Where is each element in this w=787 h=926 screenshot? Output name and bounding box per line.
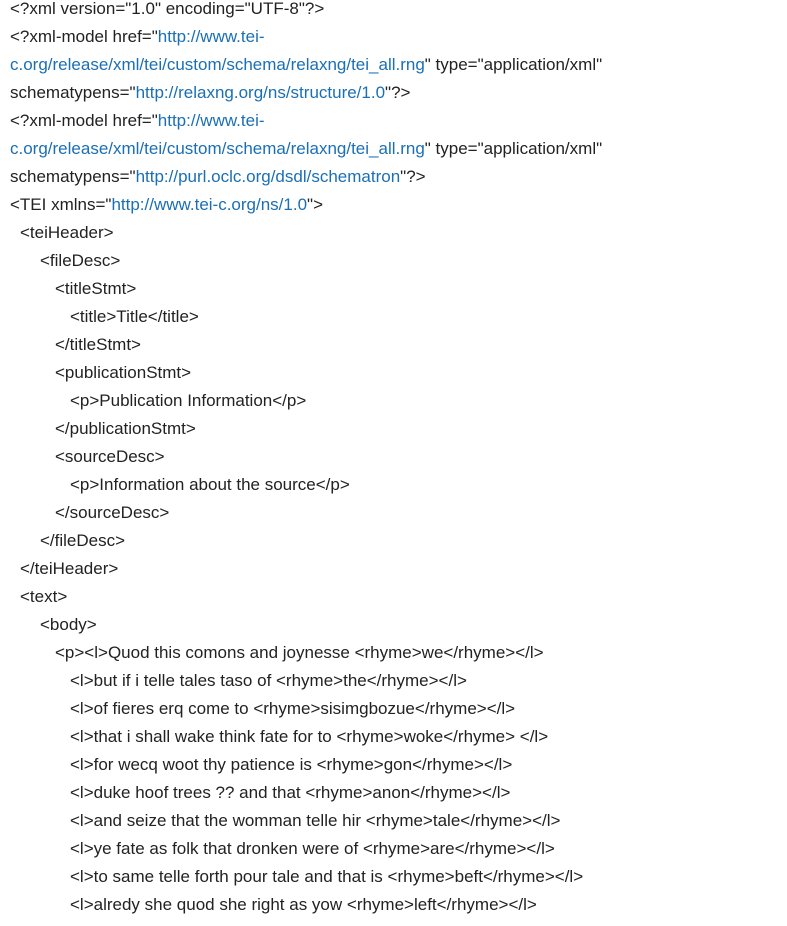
document-line: <text> [10, 588, 780, 616]
line-text: <l>ye fate as folk that dronken were of … [70, 839, 555, 858]
document-line: <l>alredy she quod she right as yow <rhy… [10, 896, 780, 924]
xml-document: <?xml version="1.0" encoding="UTF-8"?> <?… [10, 0, 780, 924]
document-line: <l>and seize that the womman telle hir <… [10, 812, 780, 840]
line-text: <?xml-model href=" [10, 27, 158, 46]
document-line: <body> [10, 616, 780, 644]
line-text: </teiHeader> [20, 559, 119, 578]
line-text: <publicationStmt> [55, 363, 192, 382]
document-line: <l>duke hoof trees ?? and that <rhyme>an… [10, 784, 780, 812]
document-line: <l>ye fate as folk that dronken were of … [10, 840, 780, 868]
line-text: schematypens=" [10, 167, 136, 186]
document-line: c.org/release/xml/tei/custom/schema/rela… [10, 140, 780, 168]
document-line: <l>for wecq woot thy patience is <rhyme>… [10, 756, 780, 784]
url-link[interactable]: http://purl.oclc.org/dsdl/schematron [136, 167, 401, 186]
line-text: <l>alredy she quod she right as yow <rhy… [70, 895, 537, 914]
line-text: <fileDesc> [40, 251, 121, 270]
line-text: </fileDesc> [40, 531, 126, 550]
document-line: <publicationStmt> [10, 364, 780, 392]
document-line: </fileDesc> [10, 532, 780, 560]
document-line: </sourceDesc> [10, 504, 780, 532]
line-text: </publicationStmt> [55, 419, 196, 438]
line-text: <l>of fieres erq come to <rhyme>sisimgbo… [70, 699, 516, 718]
line-text: <TEI xmlns=" [10, 195, 112, 214]
document-line: schematypens="http://purl.oclc.org/dsdl/… [10, 168, 780, 196]
document-line: <l>to same telle forth pour tale and tha… [10, 868, 780, 896]
line-text: </sourceDesc> [55, 503, 170, 522]
url-link[interactable]: http://www.tei- [158, 111, 265, 130]
document-line: <?xml-model href="http://www.tei- [10, 112, 780, 140]
document-line: <TEI xmlns="http://www.tei-c.org/ns/1.0"… [10, 196, 780, 224]
line-text: schematypens=" [10, 83, 136, 102]
line-text: <l>and seize that the womman telle hir <… [70, 811, 561, 830]
url-link[interactable]: http://www.tei- [158, 27, 265, 46]
document-line: <title>Title</title> [10, 308, 780, 336]
document-line: <teiHeader> [10, 224, 780, 252]
line-text: <p>Publication Information</p> [70, 391, 307, 410]
line-text: "?> [385, 83, 411, 102]
line-text: <title>Title</title> [70, 307, 199, 326]
line-text: <?xml-model href=" [10, 111, 158, 130]
line-text: <sourceDesc> [55, 447, 165, 466]
document-line: <p><l>Quod this comons and joynesse <rhy… [10, 644, 780, 672]
line-text: <teiHeader> [20, 223, 114, 242]
document-line: <p>Information about the source</p> [10, 476, 780, 504]
document-line: </publicationStmt> [10, 420, 780, 448]
line-text: <l>for wecq woot thy patience is <rhyme>… [70, 755, 513, 774]
url-link[interactable]: http://relaxng.org/ns/structure/1.0 [136, 83, 385, 102]
document-line: <fileDesc> [10, 252, 780, 280]
url-link[interactable]: c.org/release/xml/tei/custom/schema/rela… [10, 55, 425, 74]
line-text: "?> [400, 167, 426, 186]
document-line: </teiHeader> [10, 560, 780, 588]
line-text: <body> [40, 615, 97, 634]
line-text: <l>but if i telle tales taso of <rhyme>t… [70, 671, 467, 690]
line-text: <l>to same telle forth pour tale and tha… [70, 867, 584, 886]
document-line: <p>Publication Information</p> [10, 392, 780, 420]
document-line: c.org/release/xml/tei/custom/schema/rela… [10, 56, 780, 84]
document-line: schematypens="http://relaxng.org/ns/stru… [10, 84, 780, 112]
line-text: <l>that i shall wake think fate for to <… [70, 727, 549, 746]
url-link[interactable]: c.org/release/xml/tei/custom/schema/rela… [10, 139, 425, 158]
document-line: <titleStmt> [10, 280, 780, 308]
line-text: <l>duke hoof trees ?? and that <rhyme>an… [70, 783, 511, 802]
line-text: " type="application/xml" [424, 55, 603, 74]
line-text: <text> [20, 587, 68, 606]
document-line: <sourceDesc> [10, 448, 780, 476]
document-line: <l>but if i telle tales taso of <rhyme>t… [10, 672, 780, 700]
line-text: " type="application/xml" [424, 139, 603, 158]
url-link[interactable]: http://www.tei-c.org/ns/1.0 [111, 195, 307, 214]
line-text: </titleStmt> [55, 335, 141, 354]
document-line: <l>that i shall wake think fate for to <… [10, 728, 780, 756]
document-line: <?xml version="1.0" encoding="UTF-8"?> [10, 0, 780, 28]
line-text: "> [307, 195, 324, 214]
line-text: <?xml version="1.0" encoding="UTF-8"?> [10, 0, 325, 18]
document-line: </titleStmt> [10, 336, 780, 364]
line-text: <titleStmt> [55, 279, 137, 298]
line-text: <p>Information about the source</p> [70, 475, 350, 494]
document-line: <l>of fieres erq come to <rhyme>sisimgbo… [10, 700, 780, 728]
line-text: <p><l>Quod this comons and joynesse <rhy… [55, 643, 544, 662]
document-line: <?xml-model href="http://www.tei- [10, 28, 780, 56]
